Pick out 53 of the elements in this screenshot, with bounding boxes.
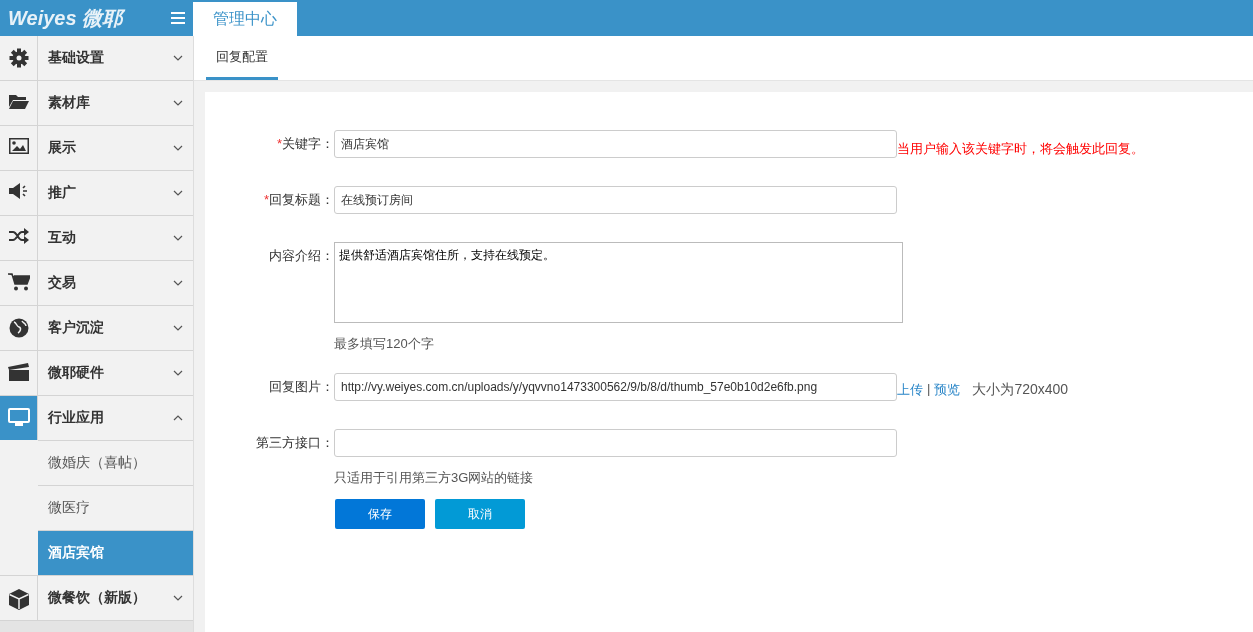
field-label: 第三方接口： xyxy=(255,434,334,452)
folder-icon xyxy=(8,93,29,109)
input-field[interactable] xyxy=(334,429,897,457)
sidebar-item[interactable]: 展示 xyxy=(38,126,193,170)
sidebar-item[interactable]: 推广 xyxy=(38,171,193,215)
input-field[interactable]: 酒店宾馆 xyxy=(334,130,897,158)
cart-icon xyxy=(7,273,30,291)
chevron-down-icon xyxy=(173,145,183,151)
field-label: 内容介绍： xyxy=(268,247,334,265)
link[interactable]: 预览 xyxy=(934,381,961,399)
field-hint: 最多填写120个字 xyxy=(334,335,435,353)
chevron-down-icon xyxy=(173,190,183,196)
input-field[interactable]: http://vy.weiyes.com.cn/uploads/y/yqvvno1473300562/9/b/8/d/thumb_57e0b10d2e6fb.png xyxy=(334,373,897,401)
image-icon xyxy=(8,138,29,154)
header-tab[interactable]: 管理中心 xyxy=(193,2,297,36)
chevron-down-icon xyxy=(173,55,183,61)
sidebar-item[interactable]: 互动 xyxy=(38,216,193,260)
field-note: 当用户输入该关键字时，将会触发此回复。 xyxy=(897,140,1144,158)
field-label: 回复图片： xyxy=(268,378,334,396)
chevron-down-icon xyxy=(173,280,183,286)
sidebar-item[interactable]: 客户沉淀 xyxy=(38,306,193,350)
cube-icon xyxy=(7,588,30,610)
sidebar-item[interactable]: 微耶硬件 xyxy=(38,351,193,395)
input-field[interactable]: 在线预订房间 xyxy=(334,186,897,214)
sidebar-item[interactable]: 微餐饮（新版） xyxy=(38,576,193,620)
link[interactable]: 上传 xyxy=(897,381,923,399)
save-button[interactable]: 保存 xyxy=(335,499,425,529)
sidebar-item[interactable]: 行业应用 xyxy=(38,396,193,440)
sidebar-item[interactable]: 交易 xyxy=(38,261,193,305)
chevron-down-icon xyxy=(173,100,183,106)
clapper-icon xyxy=(7,363,30,381)
sidebar-item[interactable]: 基础设置 xyxy=(38,36,193,80)
logo-text: Weiyes 微耶 xyxy=(8,5,123,31)
gear-icon xyxy=(8,48,29,68)
chevron-down-icon xyxy=(173,595,183,601)
field-hint: 只适用于引用第三方3G网站的链接 xyxy=(334,469,535,487)
chevron-down-icon xyxy=(173,370,183,376)
shuffle-icon xyxy=(8,228,29,244)
chevron-down-icon xyxy=(173,235,183,241)
sub-tab[interactable]: 回复配置 xyxy=(206,36,278,80)
monitor-icon xyxy=(7,408,30,426)
speaker-icon xyxy=(8,183,29,199)
chevron-up-icon xyxy=(173,415,183,421)
chevron-down-icon xyxy=(173,325,183,331)
textarea-field[interactable]: 提供舒适酒店宾馆住所，支持在线预定。 xyxy=(334,242,903,323)
sidebar-subitem[interactable]: 微婚庆（喜帖） xyxy=(38,440,193,485)
separator: | xyxy=(927,381,931,398)
field-label: *关键字： xyxy=(275,135,334,153)
field-label: *回复标题： xyxy=(262,191,334,209)
sidebar-item[interactable]: 素材库 xyxy=(38,81,193,125)
menu-icon[interactable] xyxy=(171,12,185,24)
size-note: 大小为720x400 xyxy=(972,381,1069,399)
globe-icon xyxy=(8,318,29,338)
